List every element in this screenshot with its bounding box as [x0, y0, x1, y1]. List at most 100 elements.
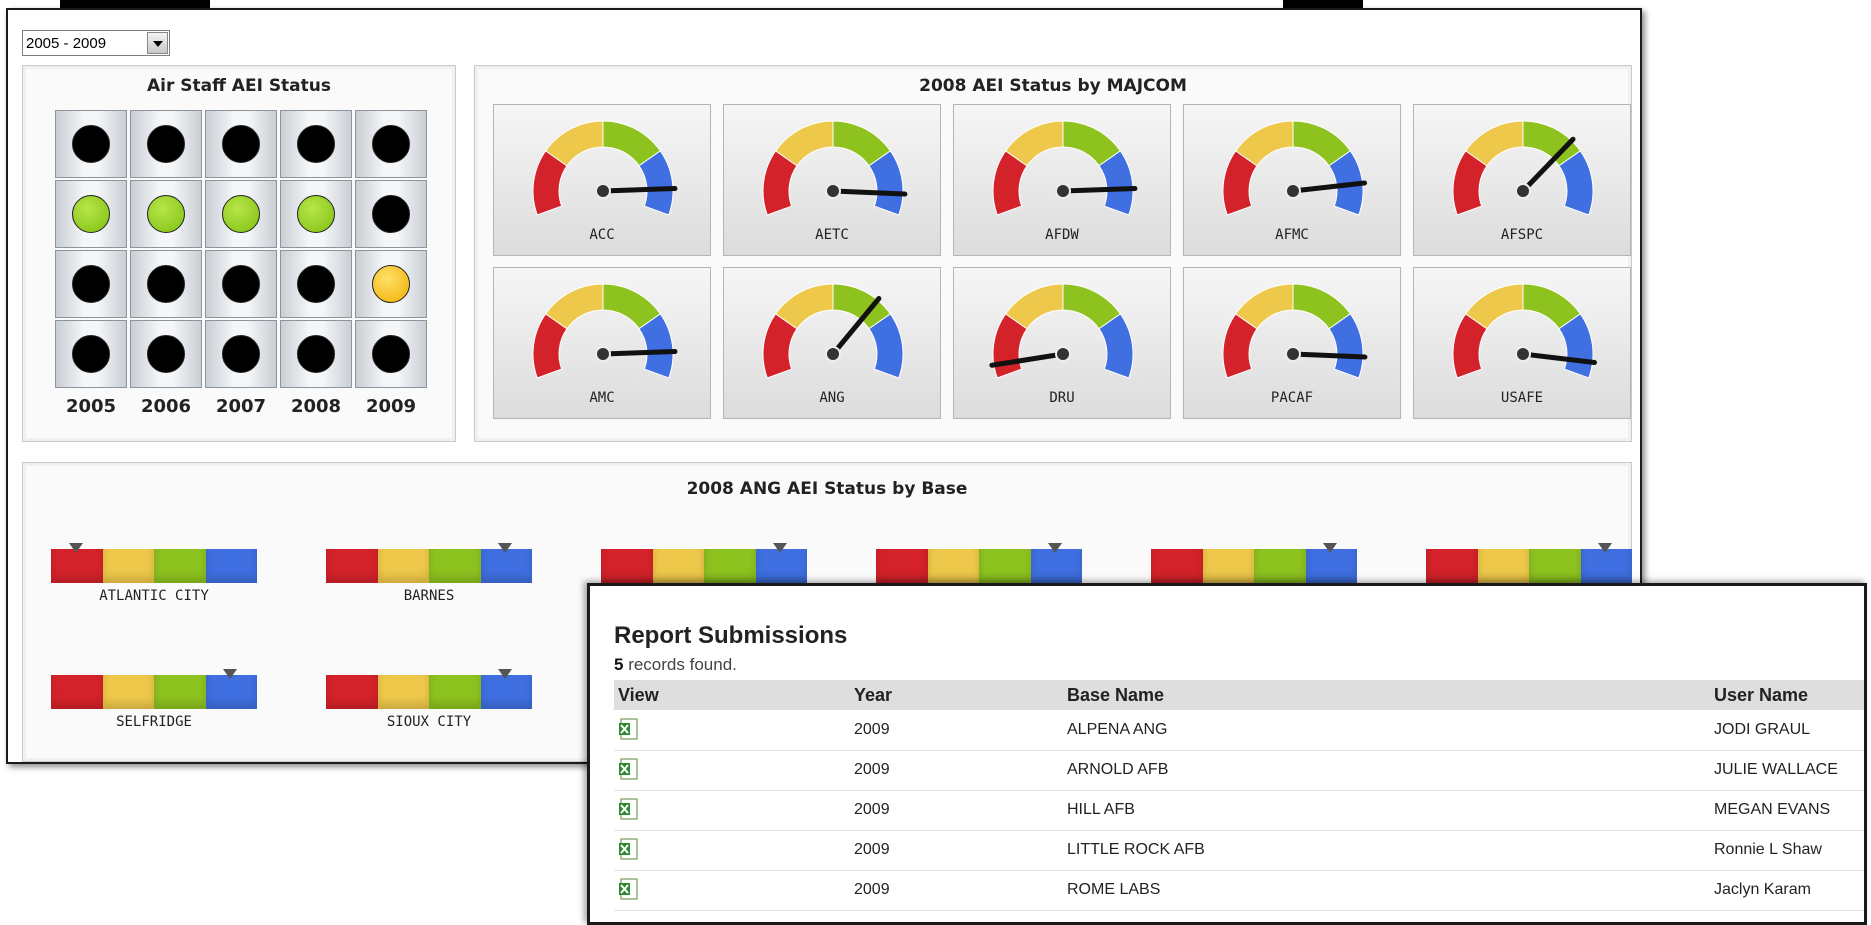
base-label: BARNES	[403, 588, 455, 604]
gauge-hub	[595, 346, 611, 362]
status-light-icon	[72, 195, 110, 233]
gauge-hub	[1055, 346, 1071, 362]
majcom-panel: 2008 AEI Status by MAJCOM ACC AETC AFDW AFM…	[474, 65, 1632, 442]
base-status-bar[interactable]	[601, 543, 807, 583]
base-status-bar[interactable]	[51, 669, 257, 709]
status-cell[interactable]	[205, 320, 277, 388]
majcom-gauge[interactable]: AETC	[723, 104, 941, 256]
base-label: ATLANTIC CITY	[99, 588, 209, 604]
table-header: View Year Base Name User Name	[614, 680, 1864, 710]
status-cell[interactable]	[280, 110, 352, 178]
bar-segment	[1529, 549, 1581, 583]
gauge-label: AFDW	[1045, 227, 1079, 243]
status-cell[interactable]	[280, 250, 352, 318]
status-light-icon	[372, 335, 410, 373]
bar-segment	[326, 675, 378, 709]
majcom-gauge[interactable]: AMC	[493, 267, 711, 419]
status-cell[interactable]	[55, 180, 127, 248]
chevron-down-icon[interactable]	[147, 32, 168, 54]
column-user-name[interactable]: User Name	[1714, 685, 1808, 706]
base-status-bar[interactable]	[1151, 543, 1357, 583]
column-base-name[interactable]: Base Name	[1067, 685, 1164, 706]
base-status-bar[interactable]	[1426, 543, 1632, 583]
bar-segment	[154, 549, 206, 583]
status-light-icon	[297, 265, 335, 303]
majcom-gauge[interactable]: AFMC	[1183, 104, 1401, 256]
status-light-icon	[147, 125, 185, 163]
gauge-label: ACC	[589, 227, 615, 243]
column-year[interactable]: Year	[854, 685, 892, 706]
base-status-bar[interactable]	[326, 543, 532, 583]
status-light-icon	[297, 195, 335, 233]
majcom-gauge[interactable]: AFDW	[953, 104, 1171, 256]
status-light-icon	[147, 265, 185, 303]
majcom-gauge[interactable]: DRU	[953, 267, 1171, 419]
row-user-name: Ronnie L Shaw	[1714, 841, 1822, 858]
bar-segment	[377, 549, 429, 583]
year-label: 2005	[65, 396, 117, 417]
bar-segment	[102, 675, 154, 709]
majcom-gauge[interactable]: ACC	[493, 104, 711, 256]
bar-segment	[876, 549, 928, 583]
row-user-name: JULIE WALLACE	[1714, 761, 1838, 778]
status-cell[interactable]	[130, 180, 202, 248]
bar-segment	[51, 675, 103, 709]
base-status-bar[interactable]	[326, 669, 532, 709]
base-status-bar[interactable]	[876, 543, 1082, 583]
bar-segment	[1477, 549, 1529, 583]
gauge-hub	[1515, 183, 1531, 199]
status-cell[interactable]	[205, 250, 277, 318]
status-cell[interactable]	[280, 320, 352, 388]
bar-segment	[755, 549, 807, 583]
status-cell[interactable]	[55, 320, 127, 388]
row-year: 2009	[854, 881, 890, 898]
excel-file-icon[interactable]	[618, 758, 638, 780]
year-range-select[interactable]: 2005 - 2009	[22, 30, 170, 56]
excel-file-icon[interactable]	[618, 878, 638, 900]
year-label: 2006	[140, 396, 192, 417]
records-count: 5 records found.	[614, 655, 737, 675]
excel-file-icon[interactable]	[618, 718, 638, 740]
base-status-bar[interactable]	[51, 543, 257, 583]
column-view[interactable]: View	[618, 685, 659, 706]
excel-file-icon[interactable]	[618, 838, 638, 860]
excel-file-icon[interactable]	[618, 798, 638, 820]
gauge-label: DRU	[1049, 390, 1075, 406]
level-marker-icon	[498, 669, 513, 679]
year-label: 2009	[365, 396, 417, 417]
level-marker-icon	[773, 543, 788, 553]
gauge-hub	[825, 183, 841, 199]
status-cell[interactable]	[130, 320, 202, 388]
status-cell[interactable]	[205, 110, 277, 178]
status-light-icon	[372, 125, 410, 163]
majcom-gauge[interactable]: USAFE	[1413, 267, 1631, 419]
row-base-name: LITTLE ROCK AFB	[1067, 841, 1205, 858]
status-cell[interactable]	[205, 180, 277, 248]
majcom-title: 2008 AEI Status by MAJCOM	[919, 76, 1187, 96]
status-cell[interactable]	[130, 110, 202, 178]
status-cell[interactable]	[55, 250, 127, 318]
gauge-label: AFMC	[1275, 227, 1309, 243]
status-cell[interactable]	[355, 180, 427, 248]
bar-segment	[480, 675, 532, 709]
gauge-needle	[830, 188, 908, 197]
gauge-hub	[1285, 183, 1301, 199]
bar-segment	[429, 675, 481, 709]
status-cell[interactable]	[280, 180, 352, 248]
gauge-hub	[1515, 346, 1531, 362]
records-count-suffix: records found.	[623, 655, 737, 674]
base-label: SIOUX CITY	[386, 714, 472, 730]
gauge-hub	[1285, 346, 1301, 362]
status-cell[interactable]	[355, 110, 427, 178]
majcom-gauge[interactable]: PACAF	[1183, 267, 1401, 419]
status-cell[interactable]	[355, 250, 427, 318]
status-cell[interactable]	[130, 250, 202, 318]
bar-segment	[377, 675, 429, 709]
status-cell[interactable]	[55, 110, 127, 178]
bar-segment	[326, 549, 378, 583]
majcom-gauge[interactable]: ANG	[723, 267, 941, 419]
status-cell[interactable]	[355, 320, 427, 388]
status-light-icon	[222, 195, 260, 233]
gauge-hub	[825, 346, 841, 362]
majcom-gauge[interactable]: AFSPC	[1413, 104, 1631, 256]
